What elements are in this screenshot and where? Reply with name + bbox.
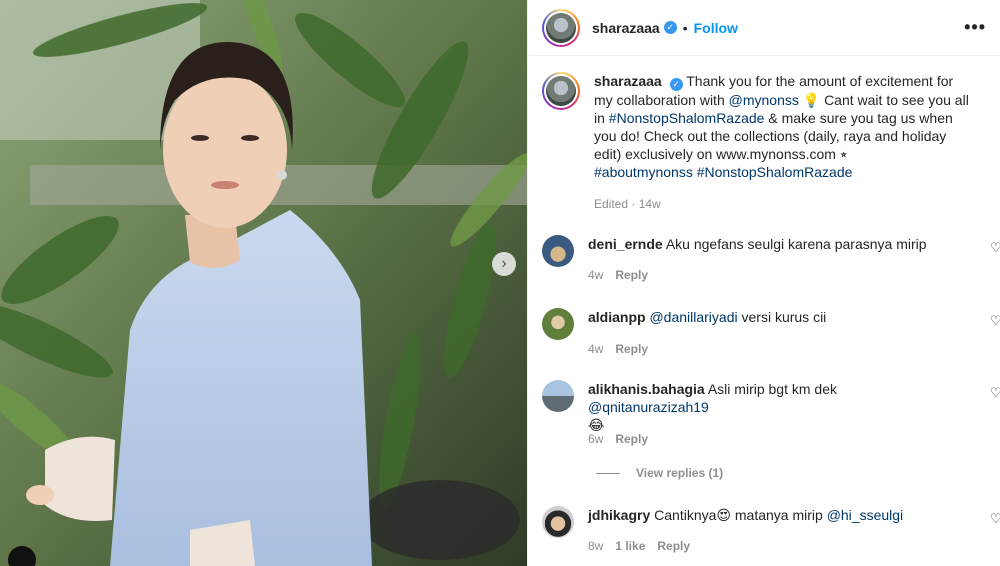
commenter-username[interactable]: deni_ernde [588, 236, 663, 252]
comment-meta: 8w 1 like Reply [588, 539, 690, 553]
commenter-avatar[interactable] [542, 308, 574, 340]
comment-time[interactable]: 4w [588, 268, 603, 282]
next-photo-button[interactable]: › [492, 252, 516, 276]
instagram-post: › sharazaaa ✓ • Follow ••• sharazaaa ✓ T… [0, 0, 1000, 566]
commenter-username[interactable]: alikhanis.bahagia [588, 381, 705, 397]
reply-button[interactable]: Reply [615, 342, 648, 356]
edited-label: Edited [594, 197, 629, 211]
heart-outline-icon[interactable]: ♡ [990, 240, 1000, 256]
commenter-username[interactable]: jdhikagry [588, 507, 650, 523]
post-header: sharazaaa ✓ • Follow ••• [528, 0, 1000, 56]
comment-time[interactable]: 4w [588, 342, 603, 356]
reply-button[interactable]: Reply [657, 539, 690, 553]
like-count[interactable]: 1 like [615, 539, 645, 553]
post-side-panel: sharazaaa ✓ • Follow ••• sharazaaa ✓ Tha… [527, 0, 1000, 566]
view-replies-label: View replies (1) [636, 466, 724, 480]
comment-content: Cantiknya😍 matanya mirip [654, 507, 827, 523]
comment-time[interactable]: 8w [588, 539, 603, 553]
commenter-avatar[interactable] [542, 380, 574, 412]
chevron-right-icon: › [501, 255, 507, 272]
author-avatar[interactable] [542, 8, 580, 47]
emoji: 😂 [588, 417, 605, 433]
view-replies-button[interactable]: View replies (1) [596, 466, 723, 480]
commenter-avatar[interactable] [542, 506, 574, 538]
caption-avatar[interactable] [542, 72, 580, 110]
reply-button[interactable]: Reply [615, 268, 648, 282]
heart-outline-icon[interactable]: ♡ [990, 313, 1000, 329]
reply-button[interactable]: Reply [615, 432, 648, 446]
hashtag-link[interactable]: #NonstopShalomRazade [609, 110, 765, 126]
author-username[interactable]: sharazaaa [592, 20, 660, 36]
comment-text: alikhanis.bahagia Asli mirip bgt km dek … [588, 380, 938, 434]
comment-meta: 6w Reply [588, 432, 648, 446]
verified-badge-icon: ✓ [669, 78, 683, 91]
photo-illustration [0, 0, 527, 566]
tagged-users-icon[interactable] [8, 546, 36, 566]
comment-content: versi kurus cii [737, 309, 827, 325]
comment-meta: 4w Reply [588, 268, 648, 282]
hashtag-link[interactable]: #aboutmynonss [594, 164, 693, 180]
divider-line [596, 472, 620, 474]
mention-link[interactable]: @qnitanurazizah19 [588, 399, 709, 415]
comment-content: Aku ngefans seulgi karena parasnya mirip [665, 236, 927, 252]
comment-text: aldianpp @danillariyadi versi kurus cii [588, 308, 938, 326]
comment-content: Asli mirip bgt km dek [707, 381, 837, 397]
comment-time[interactable]: 6w [588, 432, 603, 446]
caption-meta: Edited · 14w [594, 197, 661, 211]
mention-link[interactable]: @hi_sseulgi [827, 507, 903, 523]
post-time[interactable]: 14w [639, 197, 661, 211]
caption-username[interactable]: sharazaaa [594, 73, 662, 89]
mention-link[interactable]: @mynonss [729, 92, 799, 108]
follow-button[interactable]: Follow [694, 20, 738, 36]
caption-body: sharazaaa ✓ Thank you for the amount of … [594, 72, 974, 213]
separator: • [682, 19, 688, 36]
more-options-icon[interactable]: ••• [964, 17, 986, 38]
mention-link[interactable]: @danillariyadi [649, 309, 737, 325]
comment-text: deni_ernde Aku ngefans seulgi karena par… [588, 235, 938, 253]
comment-meta: 4w Reply [588, 342, 648, 356]
heart-outline-icon[interactable]: ♡ [990, 385, 1000, 401]
post-caption: sharazaaa ✓ Thank you for the amount of … [528, 56, 1000, 213]
verified-badge-icon: ✓ [663, 21, 677, 34]
commenter-avatar[interactable] [542, 235, 574, 267]
commenter-username[interactable]: aldianpp [588, 309, 646, 325]
heart-outline-icon[interactable]: ♡ [990, 511, 1000, 527]
comment-text: jdhikagry Cantiknya😍 matanya mirip @hi_s… [588, 506, 938, 524]
post-photo[interactable]: › [0, 0, 527, 566]
hashtag-link[interactable]: #NonstopShalomRazade [697, 164, 853, 180]
